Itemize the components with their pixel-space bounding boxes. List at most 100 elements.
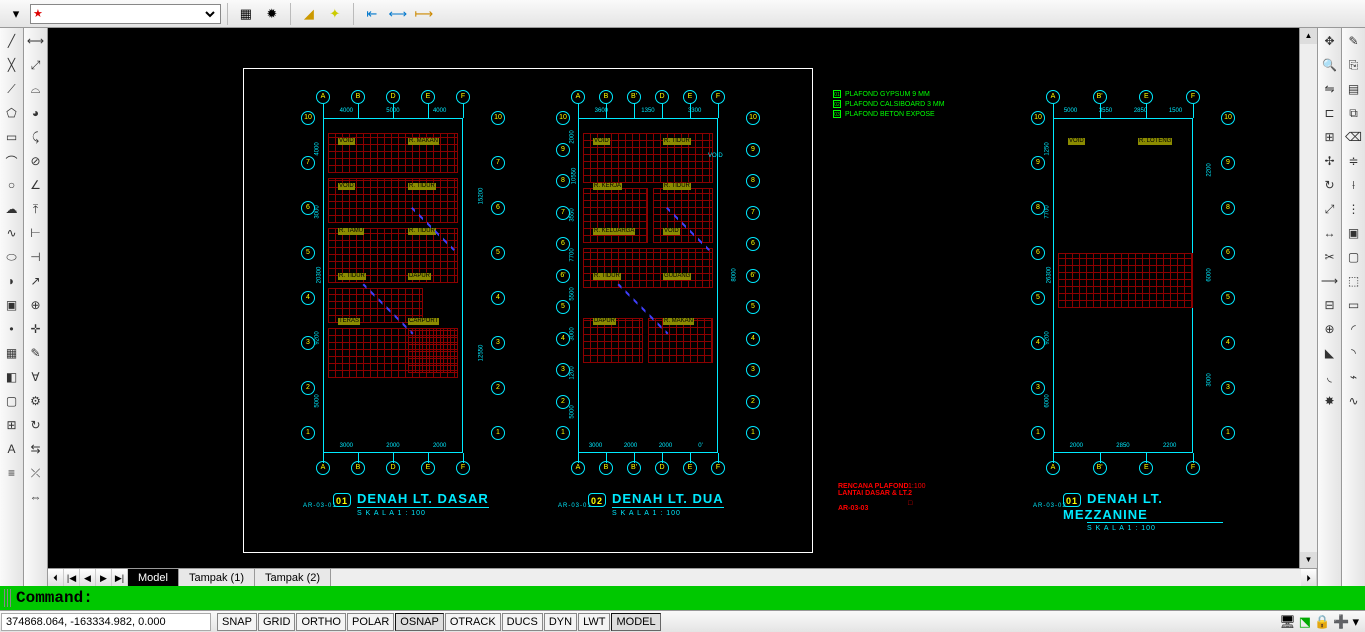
continue-icon[interactable]: ⊣ — [25, 246, 47, 268]
align-icon[interactable]: ≑ — [1343, 150, 1365, 172]
grip-icon[interactable] — [4, 589, 12, 607]
pan-icon[interactable]: ✥ — [1319, 30, 1341, 52]
offset-icon[interactable]: ⊏ — [1319, 102, 1341, 124]
hatch-icon[interactable]: ▦ — [1, 342, 23, 364]
dropdown-icon[interactable]: ▾ — [4, 3, 28, 25]
toggle-ortho[interactable]: ORTHO — [296, 613, 346, 631]
hscroll-track[interactable] — [331, 569, 1301, 586]
extend-icon[interactable]: ⟶ — [1319, 270, 1341, 292]
scale-icon[interactable]: ⤢ — [1319, 198, 1341, 220]
erase-icon[interactable]: ⌫ — [1343, 126, 1365, 148]
block-icon[interactable]: ▣ — [1, 294, 23, 316]
draworder-icon[interactable]: ⬚ — [1343, 270, 1365, 292]
arc2-icon[interactable]: ◝ — [1343, 342, 1365, 364]
insert-icon[interactable]: ◢ — [297, 3, 321, 25]
dim2-icon[interactable]: ⤢ — [25, 54, 47, 76]
ungroup-icon[interactable]: ▢ — [1343, 246, 1365, 268]
table-icon[interactable]: ⊞ — [1, 414, 23, 436]
chamfer-icon[interactable]: ◣ — [1319, 342, 1341, 364]
scroll-up-icon[interactable]: ▲ — [1300, 28, 1317, 44]
model-canvas[interactable]: AABBDDEEFF400050004000300020002000101077… — [48, 28, 1299, 568]
hscroll-left-icon[interactable]: ⏴ — [48, 569, 64, 586]
measure-icon[interactable]: ⟊ — [1343, 174, 1365, 196]
command-line[interactable]: Command: — [0, 586, 1365, 610]
copy-icon[interactable]: ⧉ — [1343, 102, 1365, 124]
dim-aligned-icon[interactable]: ⟷ — [386, 3, 410, 25]
mirror-icon[interactable]: ⇋ — [1319, 78, 1341, 100]
polyline-icon[interactable]: ⟋ — [1, 78, 23, 100]
tab-next-icon[interactable]: ▶ — [96, 569, 112, 586]
tray-model-icon[interactable]: 🖥 — [1279, 614, 1296, 630]
arc-dim-icon[interactable]: ⌓ — [25, 78, 47, 100]
layer-select[interactable] — [43, 5, 218, 23]
stretch-icon[interactable]: ↔ — [1319, 222, 1341, 244]
scroll-down-icon[interactable]: ▼ — [1300, 552, 1317, 568]
rectangle-icon[interactable]: ▭ — [1, 126, 23, 148]
angular-icon[interactable]: ∠ — [25, 174, 47, 196]
properties-icon[interactable]: ✎ — [1343, 30, 1365, 52]
dimedit-icon[interactable]: ✎ — [25, 342, 47, 364]
revcloud-icon[interactable]: ☁ — [1, 198, 23, 220]
dimupdate-icon[interactable]: ↻ — [25, 414, 47, 436]
dim-cont-icon[interactable]: ⟼ — [412, 3, 436, 25]
dimspace-icon[interactable]: ⇔ — [25, 486, 47, 508]
tab-tampak-1-[interactable]: Tampak (1) — [179, 569, 255, 586]
match-icon[interactable]: ⎘ — [1343, 54, 1365, 76]
spline-icon[interactable]: ∿ — [1, 222, 23, 244]
tolerance-icon[interactable]: ⊕ — [25, 294, 47, 316]
dim-linear-icon[interactable]: ⇤ — [360, 3, 384, 25]
tray-annotate-icon[interactable]: ⬔ — [1299, 614, 1311, 630]
center-icon[interactable]: ✛ — [25, 318, 47, 340]
polygon-icon[interactable]: ⬠ — [1, 102, 23, 124]
toggle-osnap[interactable]: OSNAP — [395, 613, 444, 631]
dimbreak-icon[interactable]: ⤫ — [25, 462, 47, 484]
break-icon[interactable]: ⊟ — [1319, 294, 1341, 316]
jog-icon[interactable]: ⤹ — [25, 126, 47, 148]
wipeout-icon[interactable]: ▭ — [1343, 294, 1365, 316]
toggle-model[interactable]: MODEL — [611, 613, 660, 631]
toggle-snap[interactable]: SNAP — [217, 613, 257, 631]
ordinate-icon[interactable]: ⤒ — [25, 198, 47, 220]
revision-icon[interactable]: ◜ — [1343, 318, 1365, 340]
tab-prev-icon[interactable]: ◀ — [80, 569, 96, 586]
tab-last-icon[interactable]: ▶| — [112, 569, 128, 586]
tab-model[interactable]: Model — [128, 569, 179, 586]
diameter-icon[interactable]: ⊘ — [25, 150, 47, 172]
arc-icon[interactable]: ⌒ — [1, 150, 23, 172]
toggle-ducs[interactable]: DUCS — [502, 613, 543, 631]
gradient-icon[interactable]: ◧ — [1, 366, 23, 388]
ellipse-arc-icon[interactable]: ◗ — [1, 270, 23, 292]
divide-icon[interactable]: ⋮ — [1343, 198, 1365, 220]
layer-combo[interactable]: ★ — [30, 4, 221, 24]
splinedit-icon[interactable]: ∿ — [1343, 390, 1365, 412]
explode-icon[interactable]: ✸ — [1319, 390, 1341, 412]
tray-plus-icon[interactable]: ➕ — [1333, 614, 1349, 630]
tab-first-icon[interactable]: |◀ — [64, 569, 80, 586]
hscroll-right-icon[interactable]: ⏵ — [1301, 569, 1317, 586]
rotate-icon[interactable]: ↻ — [1319, 174, 1341, 196]
text-icon[interactable]: A — [1, 438, 23, 460]
vscrollbar[interactable]: ▲ ▼ — [1299, 28, 1317, 568]
circle-icon[interactable]: ○ — [1, 174, 23, 196]
zoom-icon[interactable]: 🔍 — [1319, 54, 1341, 76]
toggle-otrack[interactable]: OTRACK — [445, 613, 501, 631]
baseline-icon[interactable]: ⊢ — [25, 222, 47, 244]
toggle-lwt[interactable]: LWT — [578, 613, 610, 631]
gear-icon[interactable]: ✹ — [260, 3, 284, 25]
toggle-dyn[interactable]: DYN — [544, 613, 577, 631]
dim-icon[interactable]: ⟷ — [25, 30, 47, 52]
fillet-icon[interactable]: ◟ — [1319, 366, 1341, 388]
dimoverride-icon[interactable]: ⇆ — [25, 438, 47, 460]
trim-icon[interactable]: ✂ — [1319, 246, 1341, 268]
multiline-icon[interactable]: ≡ — [1, 462, 23, 484]
tray-menu-icon[interactable]: ▾ — [1352, 614, 1359, 630]
line-icon[interactable]: ╱ — [1, 30, 23, 52]
region-icon[interactable]: ▢ — [1, 390, 23, 412]
pedit-icon[interactable]: ⌁ — [1343, 366, 1365, 388]
leader-icon[interactable]: ↗ — [25, 270, 47, 292]
tab-tampak-2-[interactable]: Tampak (2) — [255, 569, 331, 586]
xline-icon[interactable]: ╳ — [1, 54, 23, 76]
dimstyle-icon[interactable]: ⚙ — [25, 390, 47, 412]
radius-icon[interactable]: ◕ — [25, 102, 47, 124]
move-icon[interactable]: ✢ — [1319, 150, 1341, 172]
